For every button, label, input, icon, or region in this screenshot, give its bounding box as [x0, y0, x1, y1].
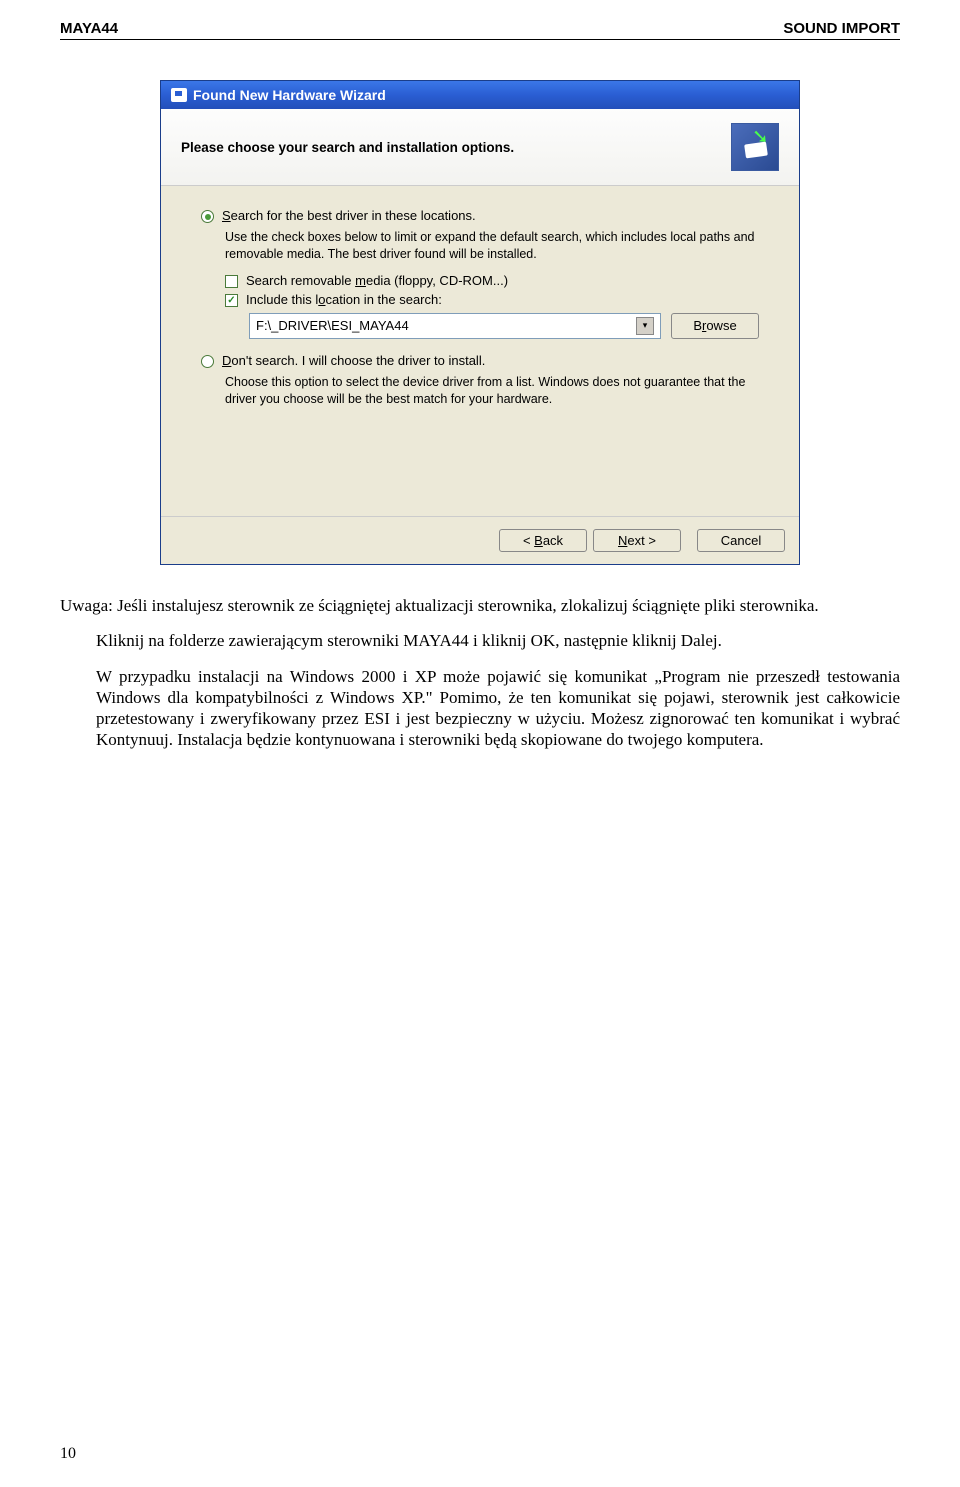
browse-button[interactable]: Browse — [671, 313, 759, 339]
header-right: SOUND IMPORT — [783, 20, 900, 37]
option-search-desc: Use the check boxes below to limit or ex… — [225, 229, 759, 263]
cancel-button[interactable]: Cancel — [697, 529, 785, 552]
driver-path-value: F:\_DRIVER\ESI_MAYA44 — [256, 318, 409, 333]
wizard-body: Search for the best driver in these loca… — [161, 186, 799, 516]
option-dont-search-desc: Choose this option to select the device … — [225, 374, 759, 408]
paragraph-windows-warning: W przypadku instalacji na Windows 2000 i… — [96, 666, 900, 751]
hardware-icon — [731, 123, 779, 171]
found-new-hardware-wizard: Found New Hardware Wizard Please choose … — [160, 80, 800, 565]
wizard-titlebar: Found New Hardware Wizard — [161, 81, 799, 109]
driver-path-combobox[interactable]: F:\_DRIVER\ESI_MAYA44 ▾ — [249, 313, 661, 339]
paragraph-click-folder: Kliknij na folderze zawierającym sterown… — [96, 630, 900, 651]
header-left: MAYA44 — [60, 20, 118, 37]
wizard-subtitle: Please choose your search and installati… — [181, 140, 514, 155]
wizard-subheader: Please choose your search and installati… — [161, 109, 799, 186]
paragraph-note: Uwaga: Jeśli instalujesz sterownik ze śc… — [60, 595, 900, 616]
option-dont-search-label: Don't search. I will choose the driver t… — [222, 353, 485, 368]
checkbox-include-location[interactable]: ✓ Include this location in the search: — [225, 292, 759, 307]
option-dont-search[interactable]: Don't search. I will choose the driver t… — [201, 353, 759, 368]
checkbox-on-icon: ✓ — [225, 294, 238, 307]
wizard-title-icon — [171, 88, 187, 102]
checkbox-include-location-label: Include this location in the search: — [246, 292, 442, 307]
wizard-button-row: < Back Next > Cancel — [161, 516, 799, 564]
checkbox-off-icon — [225, 275, 238, 288]
radio-on-icon — [201, 210, 214, 223]
option-search-label: Search for the best driver in these loca… — [222, 208, 476, 223]
wizard-title: Found New Hardware Wizard — [193, 87, 386, 103]
page-header: MAYA44 SOUND IMPORT — [60, 20, 900, 40]
checkbox-removable-media-label: Search removable media (floppy, CD-ROM..… — [246, 273, 508, 288]
option-search-best-driver[interactable]: Search for the best driver in these loca… — [201, 208, 759, 223]
back-button[interactable]: < Back — [499, 529, 587, 552]
page-number: 10 — [60, 1445, 76, 1463]
chevron-down-icon[interactable]: ▾ — [636, 317, 654, 335]
next-button[interactable]: Next > — [593, 529, 681, 552]
radio-off-icon — [201, 355, 214, 368]
checkbox-removable-media[interactable]: Search removable media (floppy, CD-ROM..… — [225, 273, 759, 288]
